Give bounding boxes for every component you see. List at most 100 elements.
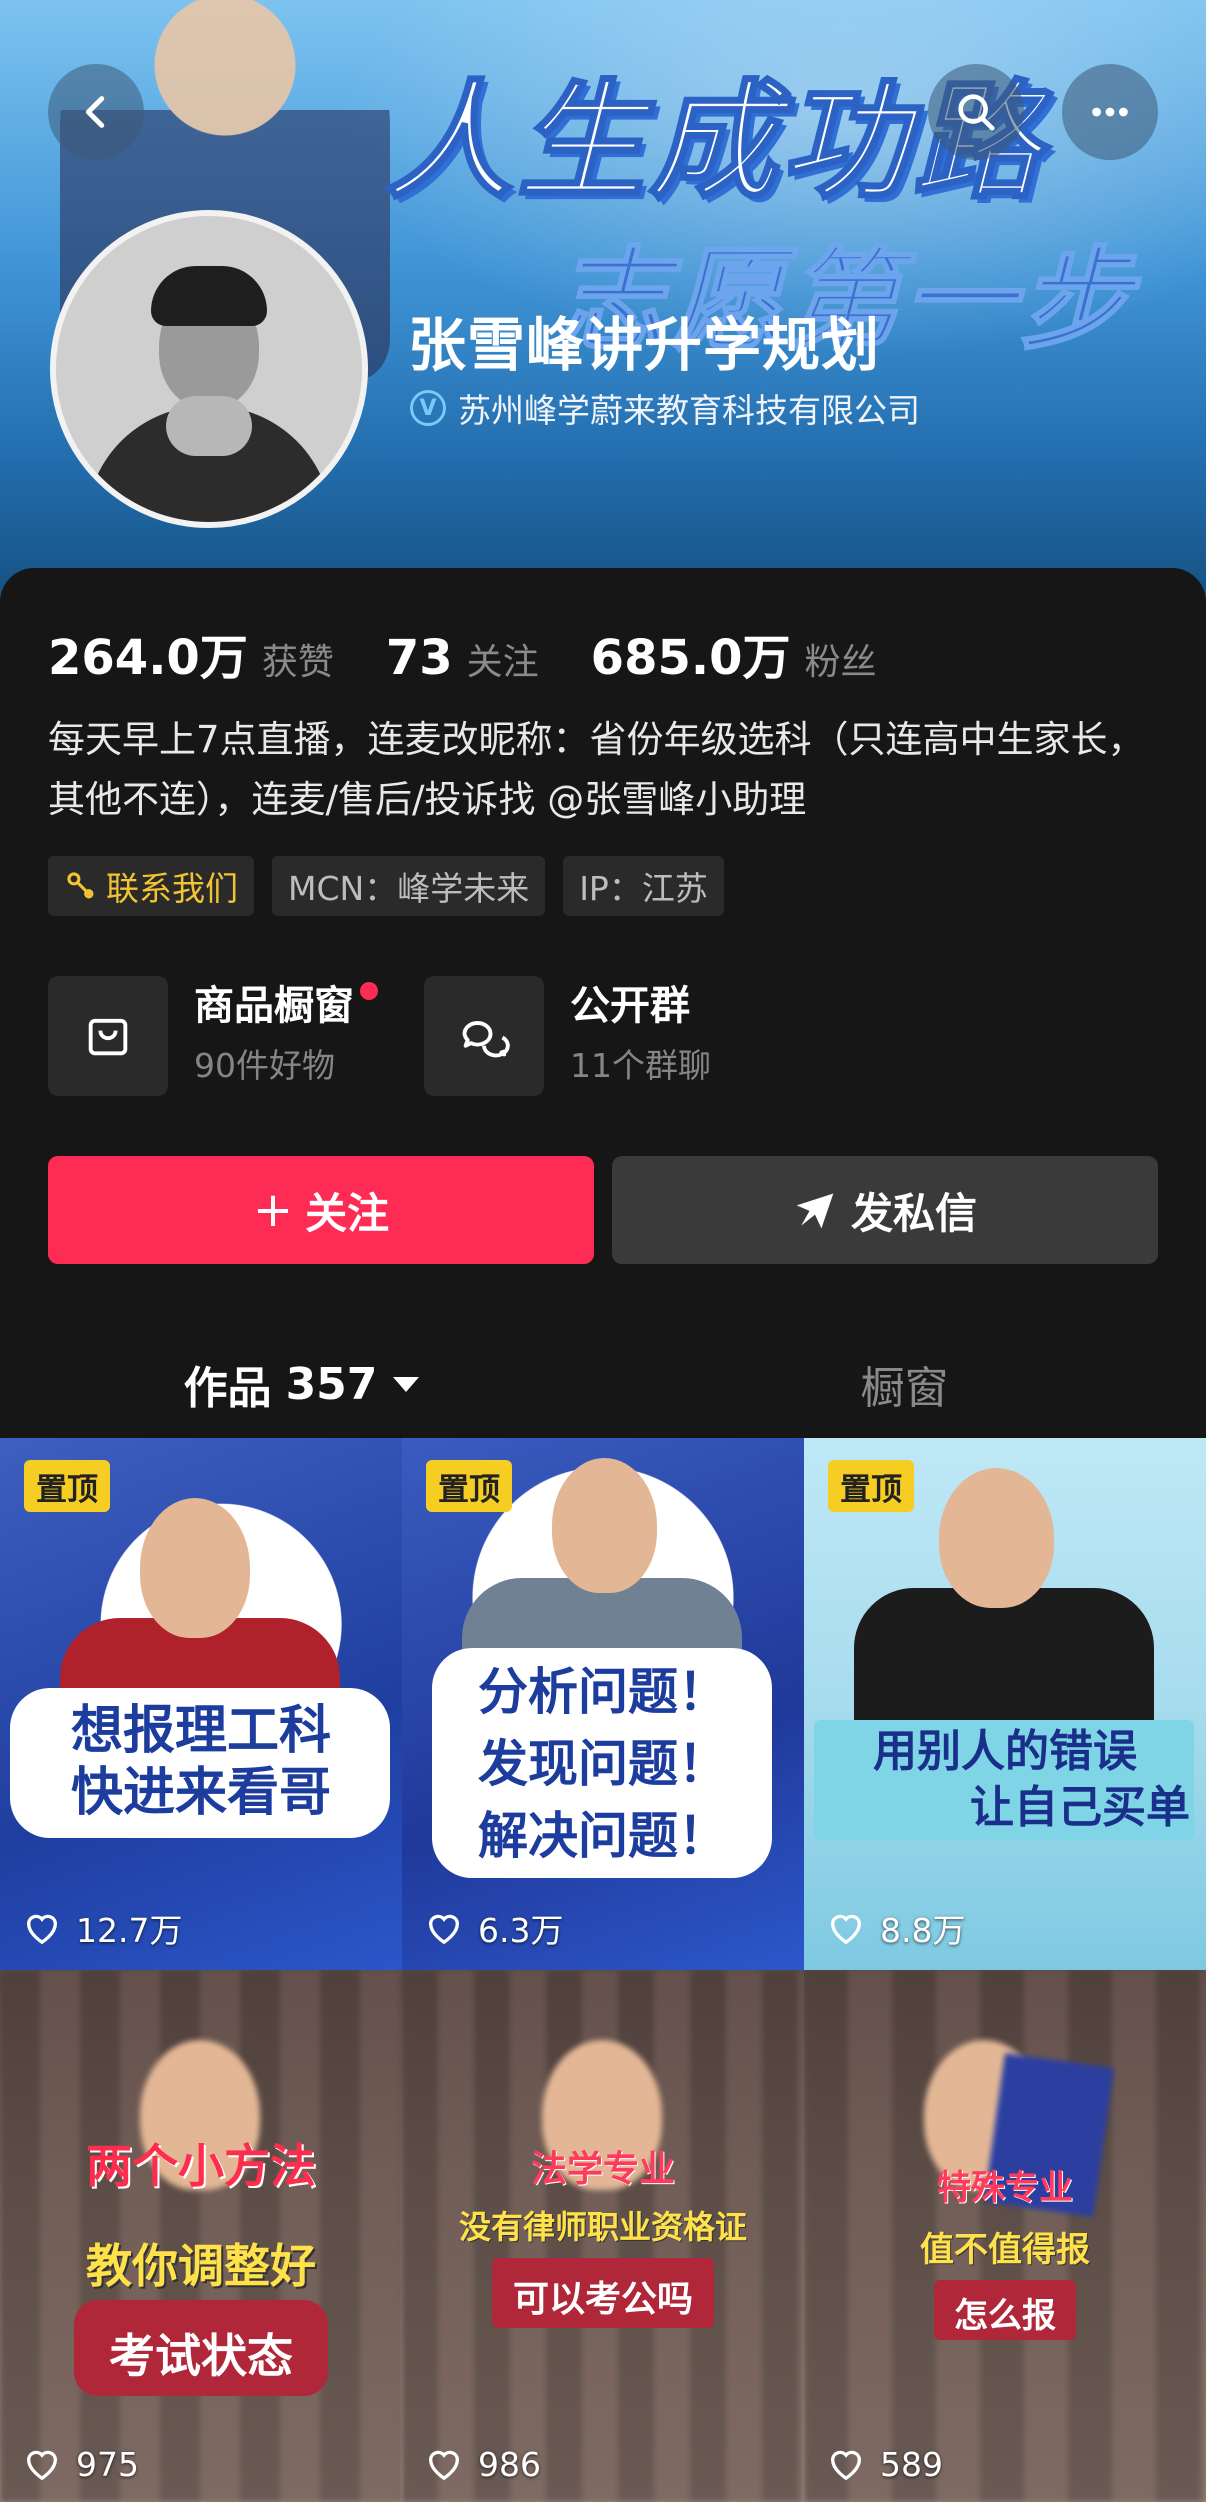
video-item[interactable]: 用别人的错误 让自己买单 置顶 8.8万 — [804, 1438, 1206, 1970]
video-cover-title: 分析问题！ 发现问题！ 解决问题！ — [402, 1656, 804, 1872]
heart-icon — [428, 1914, 460, 1945]
send-message-button[interactable]: 发私信 — [612, 1156, 1158, 1264]
video-likes: 12.7万 — [22, 1904, 182, 1952]
avatar-hands — [166, 396, 252, 456]
public-group-entry[interactable]: 公开群 11个群聊 — [424, 976, 711, 1096]
contact-us-label: 联系我们 — [106, 869, 238, 908]
ip-tag: IP：江苏 — [563, 856, 724, 916]
video-cover-line2: 发现问题！ — [478, 1735, 728, 1793]
video-cover-line2: 值不值得报 — [920, 2230, 1090, 2270]
video-cover-title: 用别人的错误 让自己买单 — [804, 1724, 1206, 1836]
stat-following[interactable]: 73 关注 — [386, 630, 539, 686]
video-likes: 8.8万 — [826, 1904, 965, 1952]
video-cover-title: 想报理工科 快进来看哥 — [0, 1700, 402, 1824]
contact-us-tag[interactable]: 联系我们 — [48, 856, 254, 916]
video-cover-line1: 想报理工科 — [70, 1701, 331, 1761]
profile-bio: 每天早上7点直播，连麦改昵称：省份年级选科（只连高中生家长，其他不连），连麦/售… — [48, 718, 1145, 821]
video-likes-count: 975 — [76, 2444, 139, 2484]
video-cover-line1: 特殊专业 — [937, 2168, 1073, 2208]
video-item[interactable]: 法学专业 没有律师职业资格证 可以考公吗 986 — [402, 1970, 804, 2502]
video-cover-line3: 怎么报 — [954, 2296, 1056, 2336]
public-group-title: 公开群 — [570, 983, 690, 1029]
content-tabs: 作品 357 橱窗 — [0, 1328, 1206, 1448]
notification-dot — [360, 982, 378, 1000]
video-person-head — [140, 1498, 250, 1638]
send-message-label: 发私信 — [850, 1188, 977, 1238]
shop-window-entry[interactable]: 商品橱窗 90件好物 — [48, 976, 378, 1096]
video-item[interactable]: 特殊专业 值不值得报 怎么报 589 — [804, 1970, 1206, 2502]
tab-works-label: 作品 — [183, 1363, 272, 1414]
video-likes-count: 6.3万 — [478, 1911, 564, 1950]
heart-icon — [830, 2450, 862, 2481]
shop-window-title: 商品橱窗 — [194, 983, 354, 1029]
video-cover-line1: 用别人的错误 — [873, 1726, 1137, 1777]
search-icon — [958, 94, 995, 131]
video-likes: 6.3万 — [424, 1904, 563, 1952]
pinned-badge: 置顶 — [828, 1460, 914, 1512]
video-cover-line1: 分析问题！ — [478, 1663, 728, 1721]
following-label: 关注 — [466, 642, 539, 683]
verified-v-icon: V — [410, 390, 446, 426]
shop-window-subtitle: 90件好物 — [194, 1046, 335, 1085]
avatar[interactable] — [50, 210, 368, 528]
video-cover-line3: 解决问题！ — [478, 1807, 728, 1865]
mcn-tag[interactable]: MCN：峰学未来 — [272, 856, 546, 916]
back-button[interactable] — [48, 64, 144, 160]
followers-label: 粉丝 — [804, 642, 877, 683]
more-horizontal-icon — [1092, 107, 1128, 117]
shopping-bag-icon — [48, 976, 168, 1096]
likes-count: 264.0万 — [48, 630, 248, 686]
public-group-subtitle: 11个群聊 — [570, 1046, 711, 1085]
video-cover-line2: 没有律师职业资格证 — [458, 2208, 747, 2246]
caret-down-icon — [393, 1376, 420, 1392]
video-item[interactable]: 想报理工科 快进来看哥 置顶 12.7万 — [0, 1438, 402, 1970]
tags-row: 联系我们 MCN：峰学未来 IP：江苏 — [48, 856, 742, 916]
follow-button[interactable]: + 关注 — [48, 1156, 594, 1264]
video-item[interactable]: 两个小方法 教你调整好 考试状态 975 — [0, 1970, 402, 2502]
tab-works-count: 357 — [285, 1358, 378, 1410]
heart-icon — [428, 2450, 460, 2481]
stat-likes[interactable]: 264.0万 获赞 — [48, 618, 334, 688]
pinned-badge: 置顶 — [426, 1460, 512, 1512]
search-button[interactable] — [928, 64, 1024, 160]
mcn-label: MCN：峰学未来 — [288, 869, 530, 908]
video-cover-line3: 考试状态 — [109, 2329, 293, 2383]
stat-followers[interactable]: 685.0万 粉丝 — [591, 618, 877, 688]
video-likes-count: 8.8万 — [880, 1911, 966, 1950]
video-cover-line1: 两个小方法 — [86, 2139, 316, 2193]
tab-window-label: 橱窗 — [860, 1363, 949, 1414]
ip-label: IP：江苏 — [579, 869, 708, 908]
heart-icon — [26, 2450, 58, 2481]
company-name: 苏州峰学蔚来教育科技有限公司 — [458, 391, 920, 430]
video-cover-line2: 教你调整好 — [86, 2239, 316, 2293]
paper-plane-icon — [796, 1193, 834, 1229]
more-button[interactable] — [1062, 64, 1158, 160]
video-cover-line2: 快进来看哥 — [70, 1763, 331, 1823]
pinned-badge: 置顶 — [24, 1460, 110, 1512]
heart-icon — [830, 1914, 862, 1945]
following-count: 73 — [385, 630, 453, 686]
video-person-head — [552, 1458, 657, 1593]
video-person-head — [939, 1468, 1054, 1608]
video-likes-count: 986 — [478, 2444, 541, 2484]
video-cover-line1: 法学专业 — [530, 2149, 675, 2190]
features-row: 商品橱窗 90件好物 公开群 11个群聊 — [48, 976, 781, 1096]
link-icon — [67, 872, 94, 899]
avatar-hair — [151, 266, 267, 326]
heart-icon — [26, 1914, 58, 1945]
tab-works[interactable]: 作品 357 — [0, 1328, 603, 1440]
followers-count: 685.0万 — [590, 630, 791, 686]
video-likes: 589 — [826, 2444, 943, 2484]
likes-label: 获赞 — [261, 642, 334, 683]
tab-window[interactable]: 橱窗 — [603, 1328, 1206, 1440]
video-likes-count: 589 — [880, 2444, 943, 2484]
verification-row[interactable]: V 苏州峰学蔚来教育科技有限公司 — [410, 384, 920, 432]
video-likes: 986 — [424, 2444, 541, 2484]
chevron-left-icon — [85, 96, 105, 128]
video-likes-count: 12.7万 — [76, 1911, 183, 1950]
video-item[interactable]: 分析问题！ 发现问题！ 解决问题！ 置顶 6.3万 — [402, 1438, 804, 1970]
video-cover-line2: 让自己买单 — [970, 1782, 1190, 1833]
plus-icon: + — [252, 1182, 294, 1238]
stats-row: 264.0万 获赞 73 关注 685.0万 粉丝 — [48, 618, 929, 688]
video-likes: 975 — [22, 2444, 139, 2484]
